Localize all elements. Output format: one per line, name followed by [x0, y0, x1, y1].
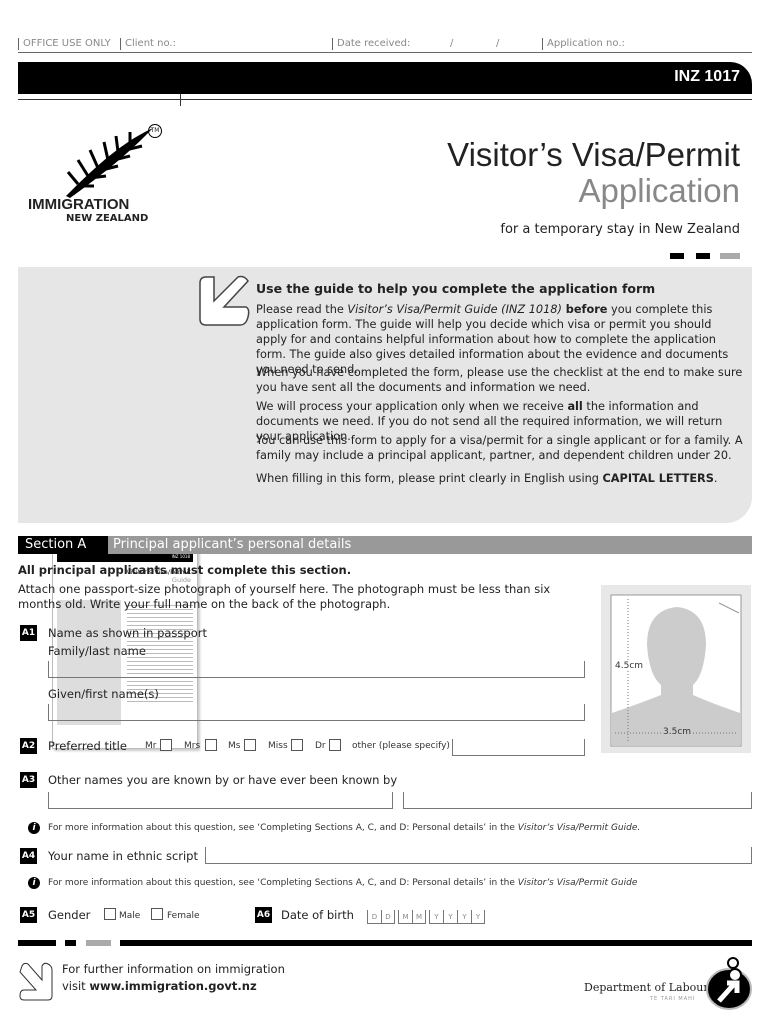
title-mr-checkbox[interactable] — [160, 739, 172, 751]
client-no-field[interactable]: Client no.: — [120, 38, 176, 50]
department-of-labour: Department of Labour — [584, 981, 709, 994]
form-code-bar: INZ 1017 — [18, 62, 752, 94]
footer-divider — [18, 940, 56, 946]
department-of-labour-logo-icon — [706, 957, 752, 1010]
info-icon: i — [28, 877, 40, 889]
guide-paragraph-2: When you have completed the form, please… — [256, 366, 743, 394]
gender-male-label: Male — [119, 911, 141, 921]
question-number: A3 — [20, 772, 37, 788]
title-dr-label: Dr — [315, 741, 326, 751]
info-note-a3: For more information about this question… — [48, 823, 641, 833]
gender-female-checkbox[interactable] — [151, 908, 163, 920]
footer-divider — [65, 940, 76, 946]
logo-immigration: IMMIGRATION — [28, 196, 130, 213]
application-no-field[interactable]: Application no.: — [542, 38, 625, 50]
guide-heading: Use the guide to help you complete the a… — [256, 281, 656, 296]
divider — [180, 94, 181, 106]
logo-new-zealand: NEW ZEALAND — [66, 213, 149, 224]
title-ms-label: Ms — [228, 741, 241, 751]
decorative-dash — [670, 253, 684, 259]
title-miss-label: Miss — [268, 741, 288, 751]
dob-day-digit[interactable]: D — [381, 910, 395, 924]
immigration-website-link[interactable]: www.immigration.govt.nz — [89, 979, 256, 993]
photo-width-label: 3.5cm — [663, 727, 692, 737]
title-mrs-checkbox[interactable] — [205, 739, 217, 751]
question-number: A2 — [20, 738, 37, 754]
footer-divider — [86, 940, 111, 946]
question-number: A5 — [20, 907, 37, 923]
ethnic-name-input[interactable] — [205, 847, 752, 864]
a2-label: Preferred title — [48, 739, 127, 753]
footer-info-line: For further information on immigration — [62, 962, 285, 976]
gender-female-label: Female — [167, 911, 200, 921]
info-note-a4: For more information about this question… — [48, 878, 638, 888]
dob-year-digit[interactable]: Y — [443, 910, 457, 924]
a5-label: Gender — [48, 908, 91, 922]
photo-height-label: 4.5cm — [615, 661, 644, 671]
date-slash: / — [450, 38, 454, 49]
question-number: A1 — [20, 625, 37, 641]
title-mr-label: Mr — [145, 741, 157, 751]
section-must-note: All principal applicants must complete t… — [18, 563, 352, 577]
title-miss-checkbox[interactable] — [291, 739, 303, 751]
form-code: INZ 1017 — [674, 68, 740, 85]
form-subtitle: for a temporary stay in New Zealand — [500, 222, 740, 237]
guide-info-box: INZ 1018 Visitor’s Visa/Permit Guide Use… — [18, 267, 752, 749]
dob-year-digit[interactable]: Y — [457, 910, 471, 924]
decorative-dash — [720, 253, 740, 259]
dob-day-digit[interactable]: D — [367, 910, 381, 924]
a3-label: Other names you are known by or have eve… — [48, 773, 398, 787]
date-of-birth-input[interactable]: D D M M Y Y Y Y — [367, 910, 485, 926]
footer-visit-line: visit www.immigration.govt.nz — [62, 979, 257, 993]
title-other-label: other (please specify) — [352, 741, 450, 751]
te-tari-mahi: TE TARI MAHI — [650, 996, 696, 1002]
section-a-label: Section A — [18, 536, 108, 554]
guide-paragraph-5: When filling in this form, please print … — [256, 472, 718, 485]
fern-logo-icon — [66, 128, 153, 198]
footer-divider — [120, 940, 752, 946]
date-received-field[interactable]: Date received: — [332, 38, 410, 50]
other-names-input-2[interactable] — [403, 792, 752, 809]
photo-area[interactable]: 4.5cm 3.5cm — [601, 585, 751, 753]
dob-month-digit[interactable]: M — [412, 910, 426, 924]
arrow-down-right-icon — [19, 962, 53, 1001]
dob-month-digit[interactable]: M — [398, 910, 412, 924]
guide-paragraph-4: You can use this form to apply for a vis… — [256, 434, 743, 462]
form-title: Visitor’s Visa/Permit — [447, 136, 740, 173]
question-number: A6 — [255, 907, 272, 923]
given-name-label: Given/first name(s) — [48, 687, 159, 701]
arrow-down-left-icon — [199, 275, 250, 326]
question-number: A4 — [20, 848, 37, 864]
given-name-input[interactable] — [48, 704, 585, 721]
date-slash: / — [496, 38, 500, 49]
thumb-code: INZ 1018 — [57, 554, 193, 562]
title-other-input[interactable] — [452, 739, 585, 756]
other-names-input-1[interactable] — [48, 792, 393, 809]
title-ms-checkbox[interactable] — [244, 739, 256, 751]
form-title-application: Application — [578, 172, 740, 209]
section-a-title: Principal applicant’s personal details — [113, 537, 352, 552]
title-dr-checkbox[interactable] — [329, 739, 341, 751]
family-name-input[interactable] — [48, 661, 585, 678]
title-mrs-label: Mrs — [184, 741, 201, 751]
a6-label: Date of birth — [281, 908, 354, 922]
a4-label: Your name in ethnic script — [48, 849, 198, 863]
decorative-dash — [696, 253, 710, 259]
office-use-row: OFFICE USE ONLY Client no.: Date receive… — [18, 36, 752, 53]
info-icon: i — [28, 822, 40, 834]
office-use-label: OFFICE USE ONLY — [18, 38, 111, 50]
gender-male-checkbox[interactable] — [104, 908, 116, 920]
dob-year-digit[interactable]: Y — [429, 910, 443, 924]
a1-label: Name as shown in passport — [48, 626, 207, 640]
family-name-label: Family/last name — [48, 644, 146, 658]
divider — [18, 99, 752, 100]
photo-instructions: Attach one passport-size photograph of y… — [18, 582, 551, 611]
trademark-mark: TM — [148, 124, 162, 138]
dob-year-digit[interactable]: Y — [471, 910, 485, 924]
